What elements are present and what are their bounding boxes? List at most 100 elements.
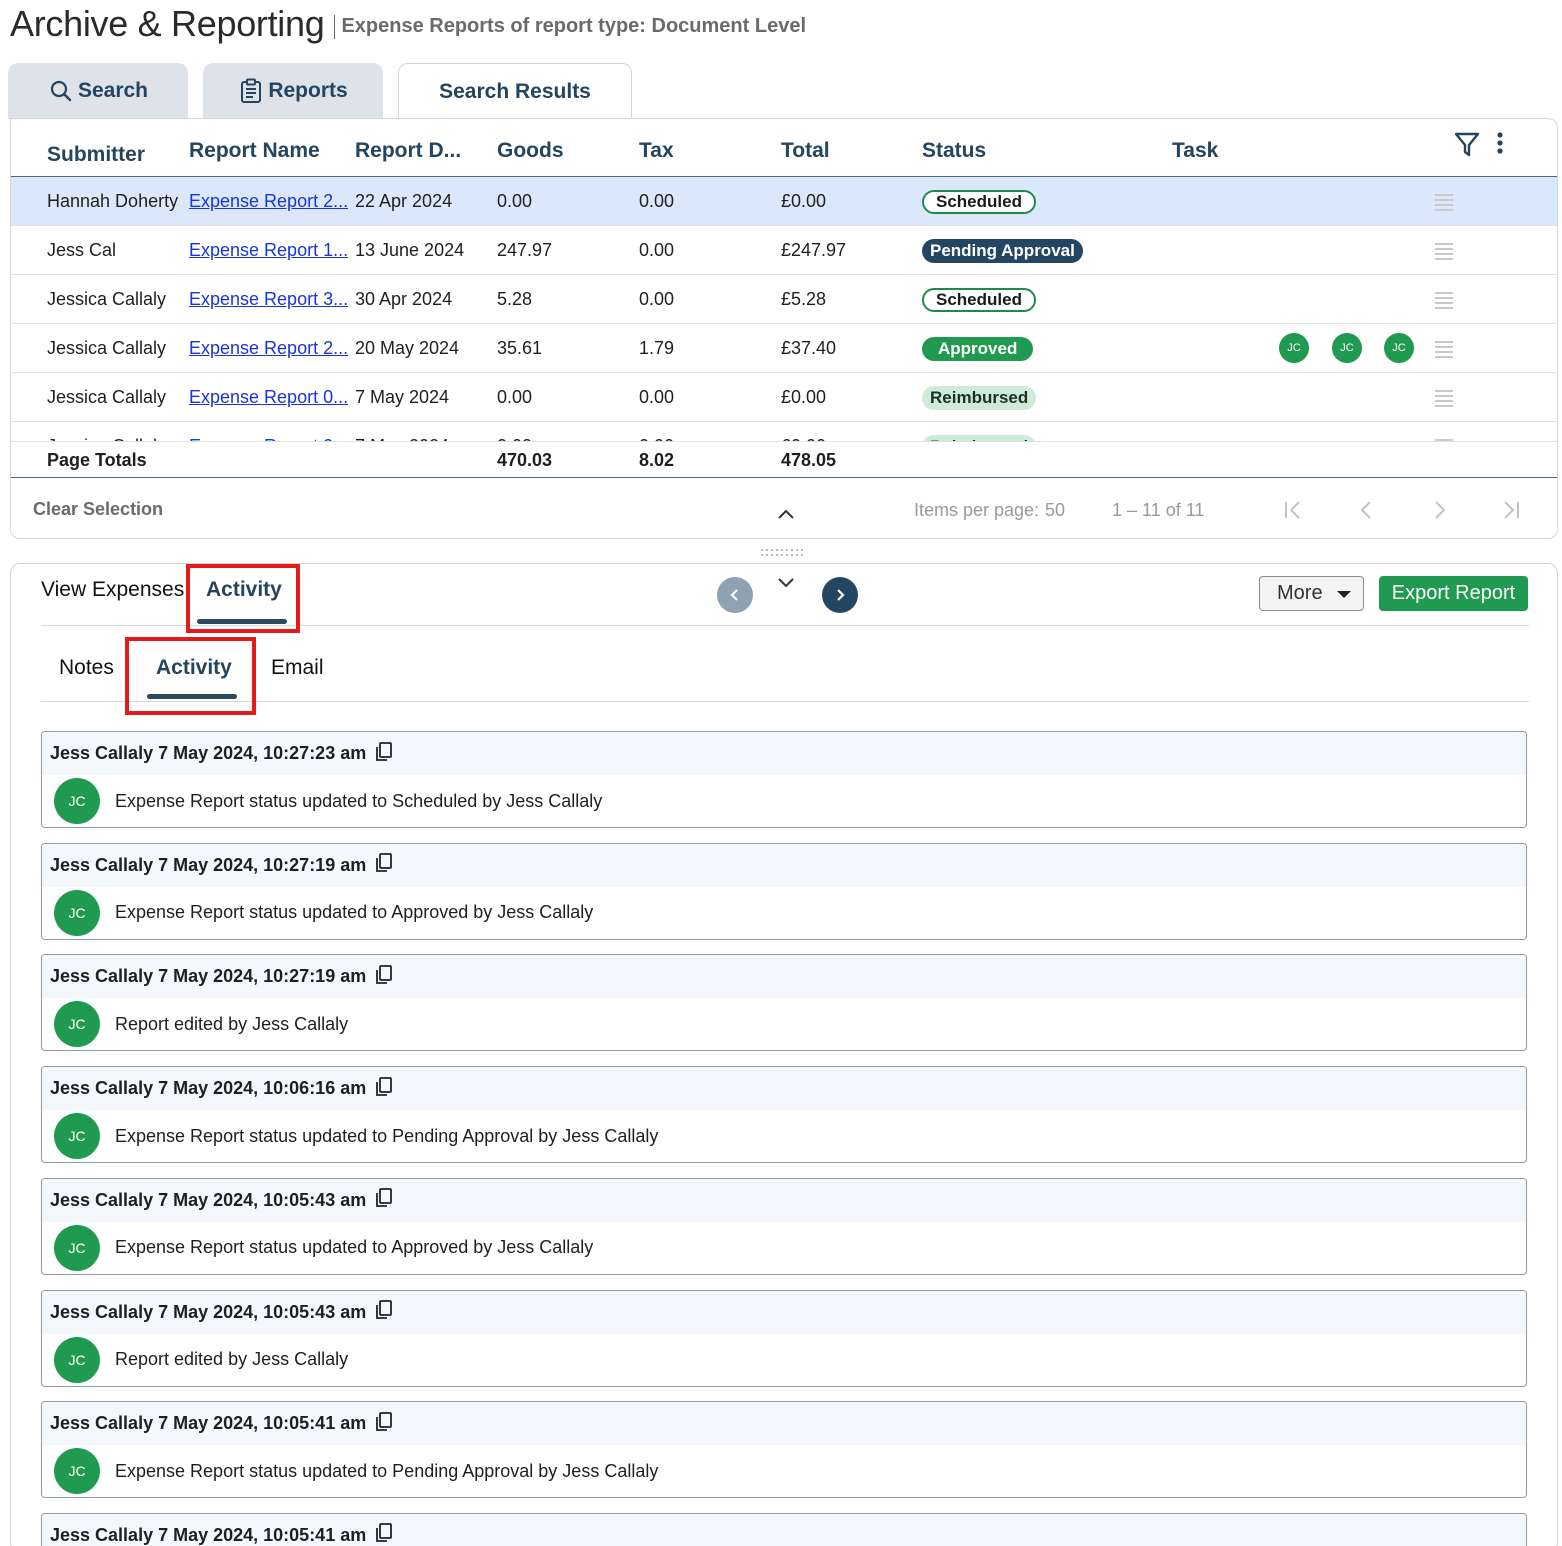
tab-search[interactable]: Search — [8, 63, 188, 119]
copy-icon[interactable] — [375, 1300, 393, 1320]
cell-submitter: Jessica Callaly — [47, 422, 166, 441]
copy-icon[interactable] — [375, 1411, 393, 1432]
last-page-icon[interactable] — [1497, 497, 1523, 523]
activity-entry-text: Expense Report status updated to Schedul… — [115, 790, 603, 811]
activity-entry-title: Jess Callaly 7 May 2024, 10:27:23 am — [50, 743, 367, 763]
highlight-box-activity-tab — [186, 564, 300, 633]
more-label: More — [1277, 582, 1323, 604]
splitter-drag-handle[interactable] — [760, 545, 808, 556]
column-header-submitter[interactable]: Submitter — [47, 143, 145, 167]
tab-view-expenses[interactable]: View Expenses — [41, 578, 184, 602]
next-page-icon[interactable] — [1426, 497, 1452, 523]
clear-selection-button[interactable]: Clear Selection — [33, 499, 163, 520]
activity-entry-body: JC Expense Report status updated to Appro… — [42, 887, 1526, 939]
report-name-link[interactable]: Expense Report 1... — [189, 240, 348, 261]
tab-label: Reports — [268, 79, 348, 102]
chevron-up-icon[interactable] — [775, 507, 797, 521]
cell-tax: 0.00 — [639, 387, 675, 407]
task-avatar[interactable]: JC — [1332, 333, 1362, 363]
copy-icon[interactable] — [375, 1523, 393, 1543]
subtab-email[interactable]: Email — [271, 656, 324, 680]
tab-reports[interactable]: Reports — [203, 63, 383, 119]
column-header-goods[interactable]: Goods — [497, 139, 564, 163]
previous-report-button[interactable] — [717, 577, 753, 613]
task-avatar[interactable]: JC — [1279, 333, 1309, 363]
cell-report-name[interactable]: Expense Report 2... — [189, 324, 348, 373]
task-avatar[interactable]: JC — [1384, 333, 1414, 363]
cell-status: Scheduled — [922, 177, 1036, 226]
table-header: Submitter Report Name Report D... Goods … — [11, 119, 1557, 177]
more-options-icon[interactable] — [1491, 131, 1509, 159]
table-row[interactable]: Jessica Callaly Expense Report 2... 20 May… — [11, 324, 1557, 373]
table-row[interactable]: Jessica Callaly Expense Report 3... 30 Apr… — [11, 275, 1557, 324]
filter-icon[interactable] — [1453, 131, 1481, 159]
activity-entry-header: Jess Callaly 7 May 2024, 10:05:41 am — [42, 1513, 1526, 1546]
row-menu-icon[interactable] — [1435, 341, 1453, 358]
caret-down-icon — [1336, 591, 1351, 598]
copy-icon[interactable] — [375, 1076, 393, 1097]
cell-total: £5.28 — [781, 289, 827, 309]
cell-submitter: Hannah Doherty — [47, 191, 179, 211]
first-page-icon[interactable] — [1281, 497, 1307, 523]
report-name-link[interactable]: Expense Report 2... — [189, 191, 348, 212]
highlight-box-activity-subtab — [125, 637, 256, 715]
tab-search-results[interactable]: Search Results — [398, 63, 632, 119]
cell-report-name[interactable]: Expense Report 2... — [189, 177, 348, 226]
report-name-link[interactable]: Expense Report 0... — [189, 387, 348, 408]
next-report-button[interactable] — [822, 577, 858, 613]
cell-report-name[interactable]: Expense Report 1... — [189, 226, 348, 275]
cell-report-name[interactable]: Expense Report 0... — [189, 373, 348, 422]
activity-entry-body: JC Expense Report status updated to Pendi… — [42, 1445, 1526, 1497]
copy-icon[interactable] — [375, 741, 393, 762]
column-header-report-date[interactable]: Report D... — [355, 139, 461, 163]
app-title: Archive & Reporting — [10, 3, 325, 44]
table-row[interactable]: Jessica Callaly Expense Report 0... 7 May … — [11, 422, 1557, 441]
tab-label: Search Results — [439, 79, 591, 103]
cell-report-name[interactable]: Expense Report 0... — [189, 422, 348, 441]
copy-icon[interactable] — [375, 853, 393, 873]
export-report-button[interactable]: Export Report — [1379, 576, 1528, 611]
clipboard-icon — [238, 78, 264, 104]
paginator: Clear Selection Items per page: 50 1 – 1… — [11, 479, 1557, 538]
items-per-page-select[interactable]: 50 — [1045, 500, 1065, 521]
page-total-tax: 8.02 — [639, 450, 675, 470]
row-menu-icon[interactable] — [1435, 292, 1453, 309]
table-row[interactable]: Jessica Callaly Expense Report 0... 7 May … — [11, 373, 1557, 422]
table-body: Hannah Doherty Expense Report 2... 22 Apr … — [11, 177, 1557, 441]
cell-goods: 5.28 — [497, 289, 533, 309]
chevron-down-icon[interactable] — [775, 576, 797, 590]
cell-total: £37.40 — [781, 338, 837, 358]
previous-page-icon[interactable] — [1354, 497, 1380, 523]
avatar: JC — [54, 889, 100, 936]
activity-entry-body: JC Report edited by Jess Callaly — [42, 1334, 1526, 1386]
column-header-total[interactable]: Total — [781, 139, 830, 163]
column-header-report-name[interactable]: Report Name — [189, 139, 320, 163]
search-results-panel: Submitter Report Name Report D... Goods … — [10, 118, 1558, 539]
more-dropdown-button[interactable]: More — [1259, 576, 1364, 611]
subtab-notes[interactable]: Notes — [59, 656, 114, 680]
activity-subtabs: Notes Activity Email — [41, 634, 1529, 702]
report-name-link[interactable]: Expense Report 3... — [189, 289, 348, 310]
copy-icon[interactable] — [375, 964, 393, 985]
copy-icon[interactable] — [375, 1188, 393, 1208]
avatar: JC — [54, 1001, 100, 1048]
activity-entry-title: Jess Callaly 7 May 2024, 10:27:19 am — [50, 966, 367, 987]
items-per-page-label: Items per page: — [914, 500, 1040, 520]
row-menu-icon[interactable] — [1435, 243, 1453, 260]
row-menu-icon[interactable] — [1435, 390, 1453, 407]
avatar: JC — [54, 1336, 100, 1383]
activity-entry-header: Jess Callaly 7 May 2024, 10:27:19 am — [42, 955, 1526, 999]
column-header-task[interactable]: Task — [1172, 139, 1218, 163]
column-header-status[interactable]: Status — [922, 139, 986, 163]
activity-entry: Jess Callaly 7 May 2024, 10:05:41 am JC Ex… — [41, 1401, 1527, 1499]
table-row[interactable]: Hannah Doherty Expense Report 2... 22 Apr … — [11, 177, 1557, 226]
activity-entry-header: Jess Callaly 7 May 2024, 10:06:16 am — [42, 1067, 1526, 1111]
column-header-tax[interactable]: Tax — [639, 139, 674, 163]
cell-report-date: 30 Apr 2024 — [355, 289, 453, 309]
table-row[interactable]: Jess Cal Expense Report 1... 13 June 2024 2… — [11, 226, 1557, 275]
row-menu-icon[interactable] — [1435, 194, 1453, 211]
cell-status: Pending Approval — [922, 226, 1083, 275]
cell-report-name[interactable]: Expense Report 3... — [189, 275, 348, 324]
main-tabs: Search Reports Search Results — [8, 63, 632, 119]
report-name-link[interactable]: Expense Report 2... — [189, 338, 348, 359]
